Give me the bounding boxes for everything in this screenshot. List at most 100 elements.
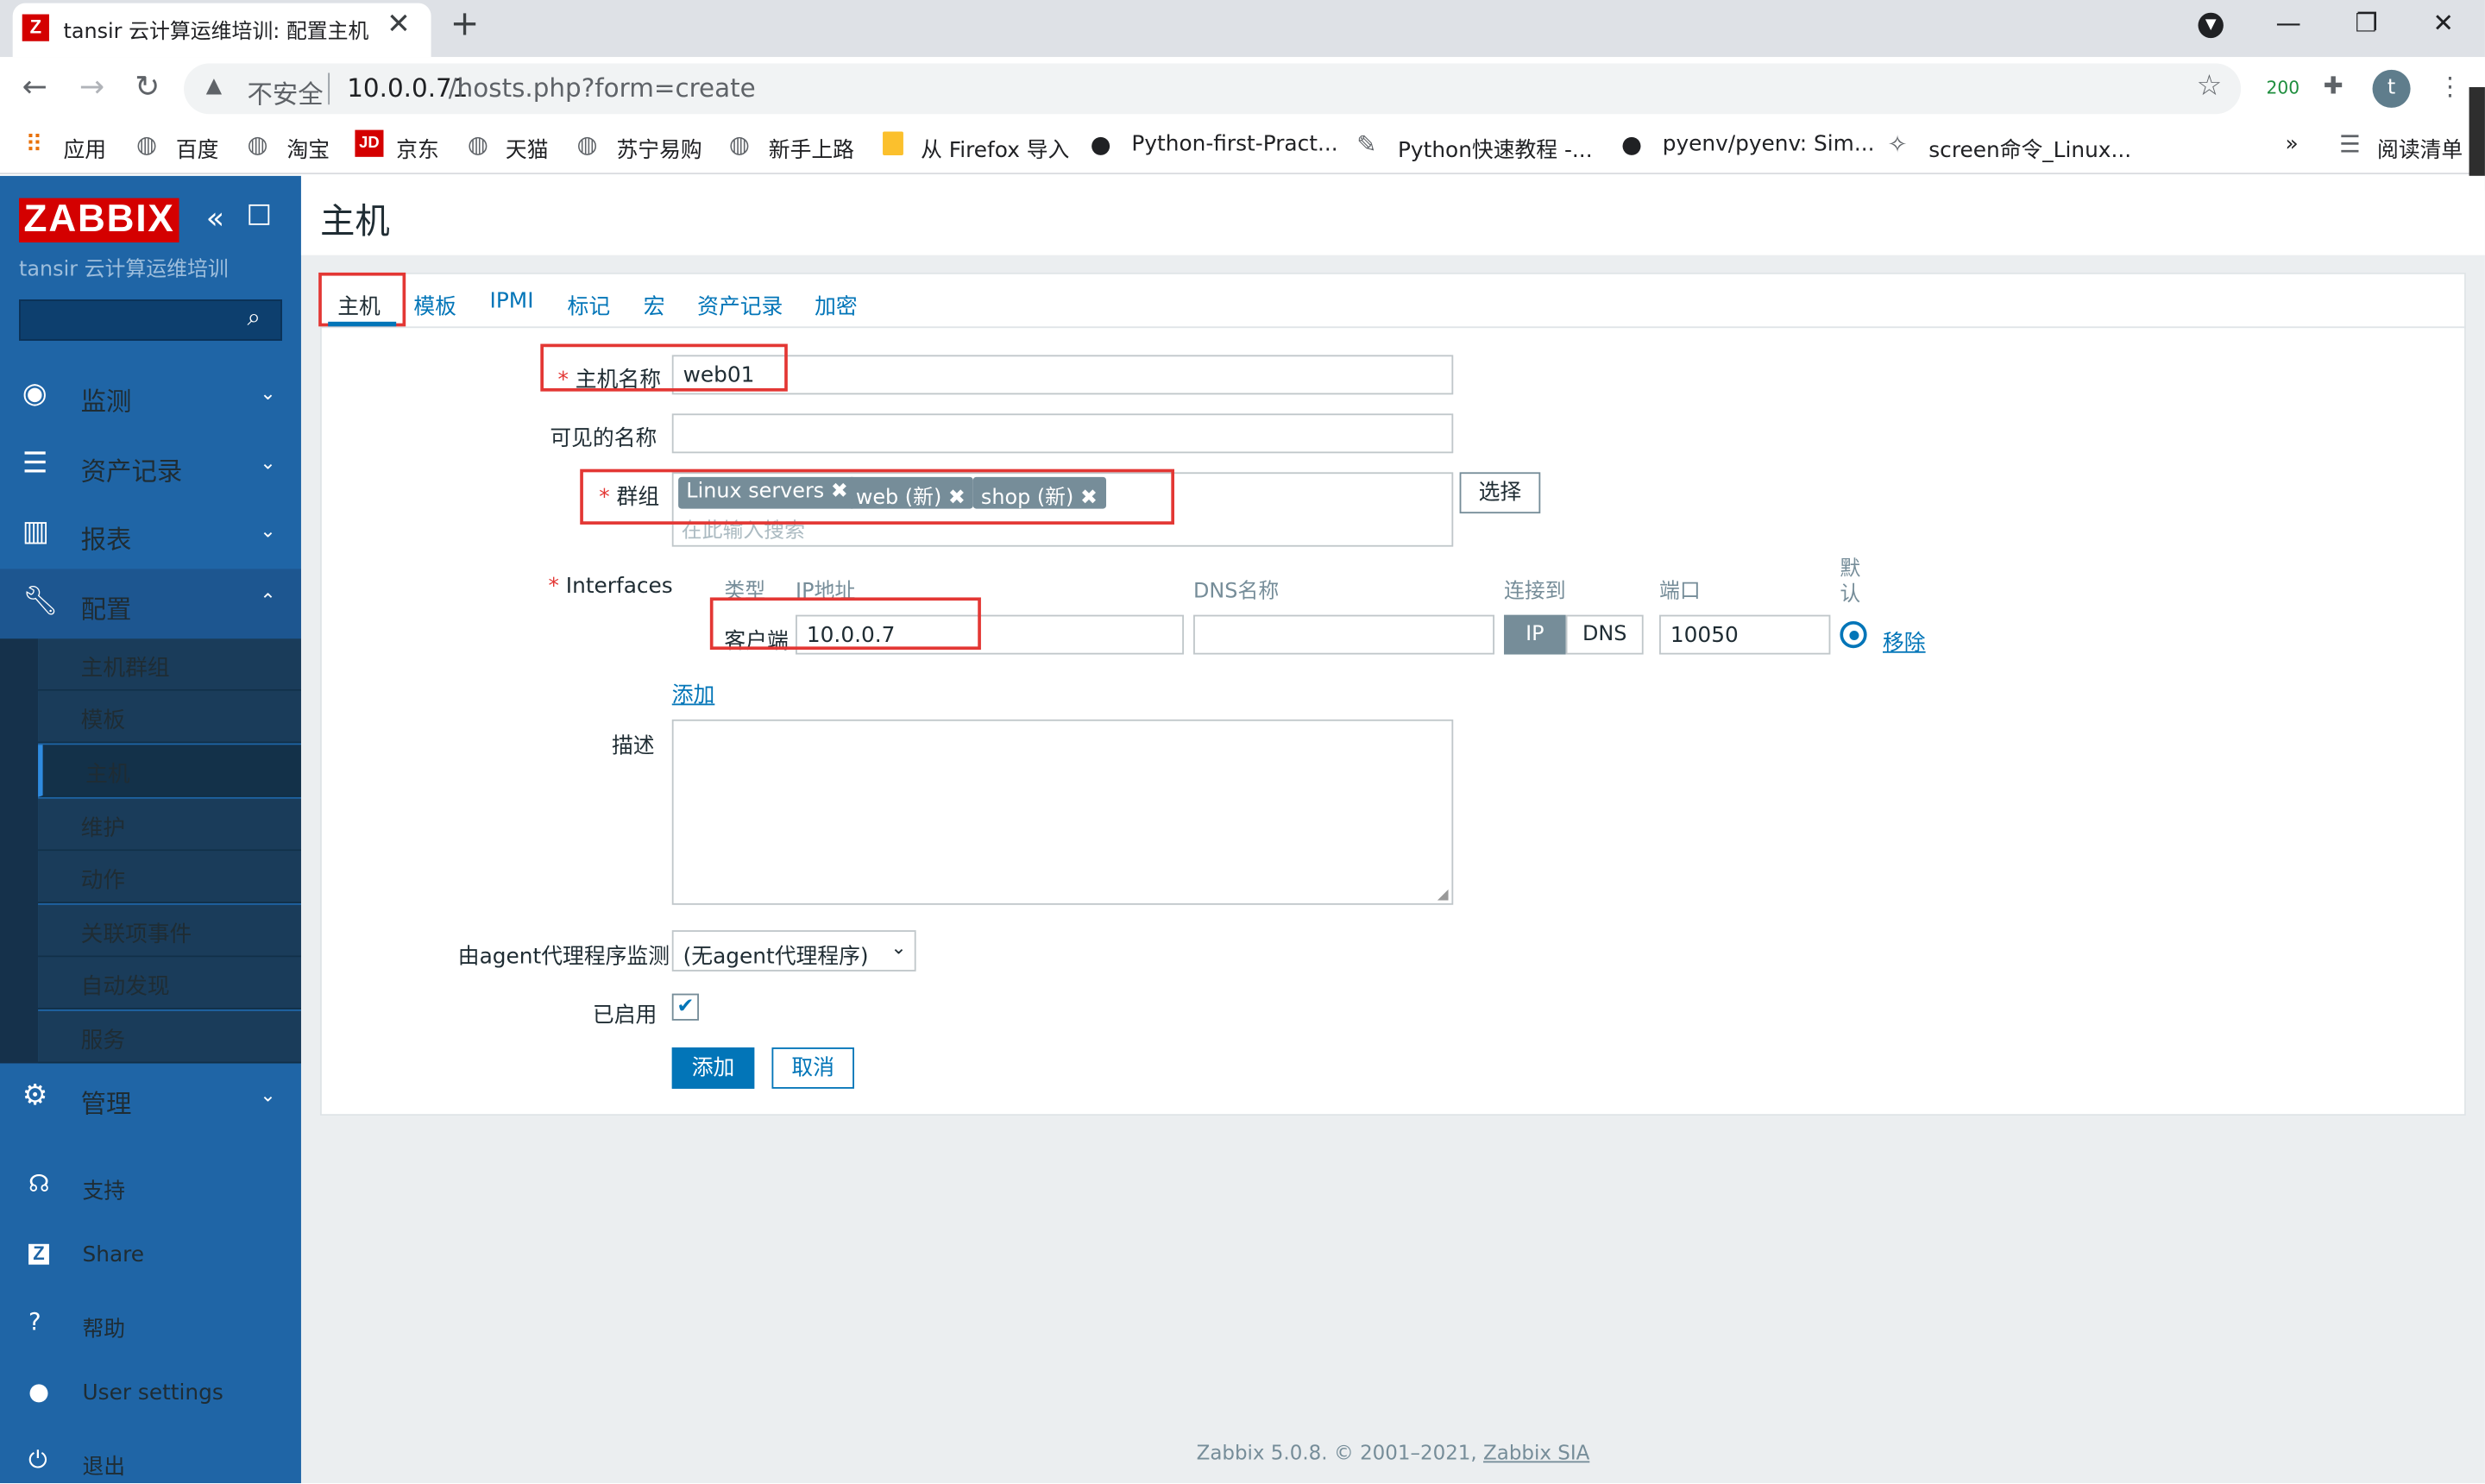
profile-avatar[interactable]: t [2372, 69, 2411, 108]
back-icon[interactable]: ← [22, 70, 47, 104]
submenu-actions[interactable]: 动作 [38, 851, 301, 903]
bookmark-suning[interactable]: 苏宁易购 [616, 131, 701, 163]
bookmark-python-first[interactable]: Python-first-Pract... [1131, 131, 1337, 156]
globe-icon: ◍ [576, 129, 598, 159]
warning-icon[interactable]: ▲ [206, 74, 222, 98]
chevron-down-icon: ⌄ [260, 451, 276, 475]
submenu-templates[interactable]: 模板 [38, 690, 301, 744]
footer-link[interactable]: Zabbix SIA [1483, 1441, 1589, 1465]
menu-monitoring[interactable]: ◉ 监测 ⌄ [0, 362, 301, 431]
bookmark-baidu[interactable]: 百度 [176, 131, 219, 163]
remove-interface-link[interactable]: 移除 [1883, 625, 1926, 656]
interface-port-input[interactable]: 10050 [1659, 614, 1831, 655]
page-title: 主机 [320, 203, 390, 243]
collapse-sidebar-icon[interactable]: « [206, 201, 224, 236]
browser-menu-icon[interactable]: ⋮ [2438, 72, 2463, 102]
profile-menu-icon[interactable]: ▼ [2198, 12, 2224, 39]
menu-share[interactable]: Z Share [0, 1223, 301, 1286]
connect-ip-toggle[interactable]: IP [1504, 614, 1566, 655]
bookmark-taobao[interactable]: 淘宝 [286, 131, 330, 163]
proxy-select[interactable]: (无agent代理程序) [671, 930, 916, 972]
extensions-icon[interactable]: ✚ [2324, 72, 2343, 100]
bookmark-firefox-import[interactable]: 从 Firefox 导入 [921, 131, 1069, 163]
bookmark-screen[interactable]: screen命令_Linux... [1928, 131, 2131, 163]
menu-inventory[interactable]: ☰ 资产记录 ⌄ [0, 431, 301, 501]
add-interface-link[interactable]: 添加 [672, 676, 715, 708]
menu-administration[interactable]: ⚙ 管理 ⌄ [0, 1063, 301, 1133]
close-window-icon[interactable]: ✕ [2432, 8, 2454, 38]
power-icon: ⏻ [28, 1445, 47, 1475]
menu-support[interactable]: ☊ 支持 [0, 1154, 301, 1217]
gear-icon: ⚙ [22, 1078, 48, 1113]
chart-icon: ▥ [22, 514, 49, 549]
enabled-label: 已启用 [592, 1003, 657, 1029]
menu-label: 配置 [80, 594, 132, 625]
menu-help[interactable]: ? 帮助 [0, 1292, 301, 1355]
eye-icon: ◉ [22, 377, 47, 411]
zabbix-logo[interactable]: ZABBIX [19, 198, 180, 243]
submenu-label: 关联项事件 [80, 921, 192, 948]
user-icon: ● [28, 1377, 50, 1406]
sidebar-subtitle: tansir 云计算运维培训 [19, 258, 229, 282]
tab-inventory[interactable]: 资产记录 [697, 288, 783, 320]
close-tab-icon[interactable]: ✕ [387, 8, 411, 41]
submenu-label: 模板 [80, 708, 126, 734]
interface-dns-input[interactable] [1193, 614, 1495, 655]
connect-dns-toggle[interactable]: DNS [1565, 614, 1644, 655]
menu-label: User settings [82, 1380, 223, 1406]
footer-text: Zabbix 5.0.8. © 2001–2021, [1196, 1440, 1477, 1465]
menu-reports[interactable]: ▥ 报表 ⌄ [0, 500, 301, 569]
submenu-correlation[interactable]: 关联项事件 [38, 904, 301, 958]
browser-tab-title: tansir 云计算运维培训: 配置主机 [63, 20, 369, 45]
new-tab-icon[interactable]: + [450, 5, 480, 45]
menu-label: 资产记录 [80, 456, 183, 487]
bookmark-newbie[interactable]: 新手上路 [769, 131, 854, 163]
reload-icon[interactable]: ↻ [135, 70, 160, 104]
tab-macros[interactable]: 宏 [644, 288, 665, 320]
menu-user-settings[interactable]: ● User settings [0, 1361, 301, 1424]
submenu-label: 自动发现 [80, 974, 170, 1000]
reading-list[interactable]: 阅读清单 [2377, 131, 2463, 163]
globe-icon: ◍ [467, 129, 488, 159]
restore-icon[interactable]: ❐ [2355, 8, 2377, 38]
minimize-icon[interactable]: — [2276, 8, 2301, 38]
submenu-services[interactable]: 服务 [38, 1010, 301, 1064]
default-interface-radio[interactable] [1840, 620, 1867, 649]
bookmark-pyenv[interactable]: pyenv/pyenv: Sim... [1663, 131, 1875, 156]
resize-handle-icon[interactable]: ◢ [1438, 888, 1449, 903]
visible-name-input[interactable] [671, 413, 1454, 454]
submenu-label: 主机群组 [80, 656, 170, 682]
submenu-host-groups[interactable]: 主机群组 [38, 638, 301, 691]
extension-badge[interactable]: 200 [2266, 78, 2299, 98]
bookmark-tmall[interactable]: 天猫 [506, 131, 549, 163]
bookmark-python-quick[interactable]: Python快速教程 -... [1398, 131, 1593, 163]
search-icon[interactable]: ⌕ [248, 303, 261, 331]
bookmark-apps[interactable]: 应用 [63, 131, 106, 163]
add-button[interactable]: 添加 [671, 1047, 755, 1089]
sidebar-search-input[interactable] [19, 299, 282, 341]
menu-configuration[interactable]: 🔧︎ 配置 ⌃ [0, 569, 301, 639]
tab-encryption[interactable]: 加密 [815, 288, 858, 320]
reading-list-icon: ☰ [2338, 129, 2361, 159]
menu-sign-out[interactable]: ⏻ 退出 [0, 1430, 301, 1483]
kiosk-mode-icon[interactable] [248, 204, 270, 225]
bookmark-jd[interactable]: 京东 [396, 131, 439, 163]
bookmark-star-icon[interactable]: ☆ [2197, 70, 2223, 104]
submenu-hosts[interactable]: 主机 [38, 745, 301, 797]
tab-tags[interactable]: 标记 [568, 288, 611, 320]
submenu-label: 服务 [80, 1028, 126, 1054]
chevron-down-icon: ⌄ [260, 381, 276, 405]
bookmarks-more-icon[interactable]: » [2286, 131, 2299, 156]
tab-host[interactable]: 主机 [337, 288, 381, 320]
select-groups-button[interactable]: 选择 [1459, 472, 1541, 514]
forward-icon[interactable]: → [79, 70, 104, 104]
submenu-maintenance[interactable]: 维护 [38, 798, 301, 852]
submenu-discovery[interactable]: 自动发现 [38, 957, 301, 1009]
host-name-input[interactable]: web01 [671, 355, 1454, 395]
tab-templates[interactable]: 模板 [413, 288, 456, 320]
cancel-button[interactable]: 取消 [771, 1047, 854, 1089]
tab-ipmi[interactable]: IPMI [490, 288, 534, 313]
description-textarea[interactable] [671, 719, 1454, 905]
active-tab-indicator [328, 321, 397, 327]
enabled-checkbox[interactable]: ✔ [671, 993, 699, 1021]
